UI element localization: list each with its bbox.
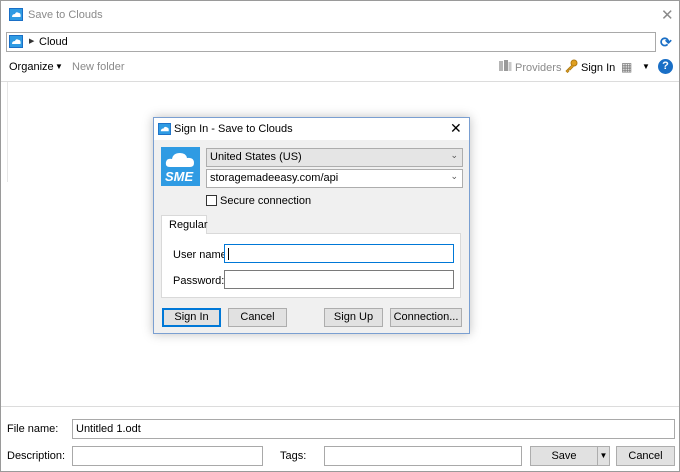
secure-connection-label[interactable]: Secure connection [220, 195, 311, 207]
endpoint-select[interactable]: storagemadeeasy.com/api ⌄ [206, 169, 463, 188]
username-input[interactable] [224, 244, 454, 263]
tab-regular[interactable]: Regular [161, 215, 208, 234]
region-select[interactable]: United States (US) ⌄ [206, 148, 463, 167]
connection-button[interactable]: Connection... [390, 308, 462, 327]
dialog-close-icon[interactable]: ✕ [450, 120, 462, 137]
organize-button[interactable]: Organize [9, 61, 54, 73]
new-folder-button[interactable]: New folder [72, 61, 125, 73]
cloud-app-icon [158, 123, 171, 138]
description-label: Description: [7, 450, 66, 462]
window-title: Save to Clouds [28, 9, 103, 21]
file-name-input[interactable] [72, 419, 675, 439]
sign-in-button[interactable]: Sign In [564, 59, 615, 76]
cloud-app-icon [9, 8, 23, 24]
chevron-right-icon[interactable]: ▶ [29, 37, 34, 45]
pane-splitter[interactable] [7, 82, 8, 182]
chevron-down-icon[interactable]: ▼ [55, 62, 63, 71]
title-bar: Save to Clouds ✕ [1, 1, 679, 29]
address-bar[interactable]: ▶ Cloud [6, 32, 656, 52]
chevron-down-icon[interactable]: ▼ [642, 62, 650, 71]
chevron-down-icon: ⌄ [450, 171, 458, 181]
view-options-icon[interactable]: ▦ [621, 60, 632, 74]
password-label: Password: [173, 275, 225, 287]
providers-button[interactable]: Providers [498, 59, 561, 76]
toolbar: Organize ▼ New folder Providers Sign In … [1, 57, 679, 79]
password-input[interactable] [224, 270, 454, 289]
save-options-arrow[interactable]: ▼ [597, 446, 610, 466]
key-icon [564, 59, 578, 76]
username-label: User name: [173, 249, 230, 261]
tab-panel: User name: Password: [161, 233, 461, 298]
close-icon[interactable]: ✕ [661, 6, 674, 24]
sign-in-dialog: Sign In - Save to Clouds ✕ SME United St… [153, 117, 470, 334]
refresh-icon[interactable]: ⟳ [660, 34, 672, 51]
logo-text: SME [165, 169, 194, 184]
sign-in-submit-button[interactable]: Sign In [162, 308, 221, 327]
breadcrumb-cloud[interactable]: Cloud [39, 36, 68, 48]
region-value: United States (US) [210, 151, 302, 163]
sign-in-label: Sign In [581, 61, 616, 74]
sign-up-button[interactable]: Sign Up [324, 308, 383, 327]
cloud-location-icon [9, 35, 23, 51]
tags-label: Tags: [280, 450, 307, 462]
save-button[interactable]: Save [530, 446, 598, 466]
tags-input[interactable] [324, 446, 522, 466]
chevron-down-icon: ⌄ [450, 150, 458, 160]
secure-connection-checkbox[interactable] [206, 195, 217, 206]
help-icon[interactable]: ? [658, 59, 673, 74]
file-name-label: File name: [7, 423, 59, 435]
dialog-title: Sign In - Save to Clouds [174, 123, 293, 135]
dialog-cancel-button[interactable]: Cancel [228, 308, 287, 327]
sme-logo: SME [161, 147, 200, 186]
cancel-button[interactable]: Cancel [616, 446, 675, 466]
endpoint-value: storagemadeeasy.com/api [210, 172, 339, 184]
providers-icon [498, 59, 512, 76]
dialog-title-bar: Sign In - Save to Clouds ✕ [154, 118, 469, 140]
providers-label: Providers [515, 61, 562, 74]
text-caret [228, 248, 229, 260]
cloud-icon [165, 153, 194, 167]
description-input[interactable] [72, 446, 263, 466]
